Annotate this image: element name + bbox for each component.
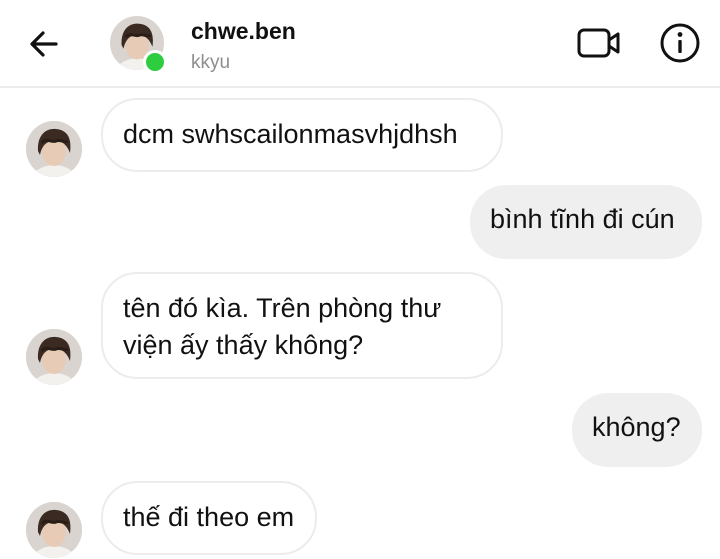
video-camera-icon	[577, 28, 620, 58]
conversation-info-button[interactable]	[659, 22, 701, 64]
back-button[interactable]	[26, 26, 62, 62]
sender-avatar[interactable]	[26, 329, 82, 385]
contact-name[interactable]: chwe.ben	[191, 18, 296, 45]
message-bubble-incoming[interactable]: thế đi theo em	[101, 481, 317, 555]
video-call-button[interactable]	[576, 24, 622, 62]
message-text-line: viện ấy thấy không?	[123, 330, 364, 360]
message-text-line: tên đó kìa. Trên phòng thư	[123, 293, 442, 323]
message-bubble-outgoing[interactable]: không?	[572, 393, 702, 467]
arrow-left-icon	[30, 31, 58, 57]
sender-avatar[interactable]	[26, 502, 82, 558]
message-bubble-incoming[interactable]: dcm swhscailonmasvhjdhsh	[101, 98, 503, 172]
message-text: thế đi theo em	[123, 502, 295, 532]
message-bubble-outgoing[interactable]: bình tĩnh đi cún	[470, 185, 702, 259]
message-text: không?	[592, 412, 681, 442]
sender-avatar[interactable]	[26, 121, 82, 177]
chat-header: chwe.ben kkyu	[0, 0, 720, 88]
online-status-indicator	[143, 50, 167, 74]
info-icon	[660, 23, 700, 63]
message-text: dcm swhscailonmasvhjdhsh	[123, 119, 458, 149]
contact-username: kkyu	[191, 52, 231, 73]
message-bubble-incoming[interactable]: tên đó kìa. Trên phòng thư viện ấy thấy …	[101, 272, 503, 379]
message-text: bình tĩnh đi cún	[490, 204, 675, 234]
